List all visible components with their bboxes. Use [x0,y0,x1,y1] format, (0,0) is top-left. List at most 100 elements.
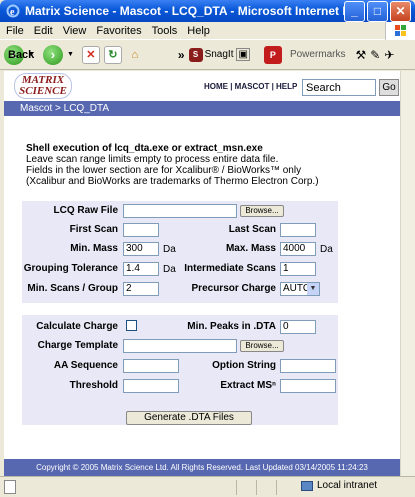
min-scans-group-input[interactable]: 2 [123,282,159,296]
page-content: MATRIX SCIENCE HOME | MASCOT | HELP Go M… [4,71,400,476]
powermarks-tool-icon-2[interactable]: ✎ [370,48,380,62]
powermarks-label[interactable]: Powermarks [290,49,346,60]
extract-msn-input[interactable] [280,379,336,393]
status-cell-2 [256,480,274,495]
intermediate-scans-input[interactable]: 1 [280,262,316,276]
last-scan-input[interactable] [280,223,316,237]
menu-favorites[interactable]: Favorites [96,25,141,37]
svg-text:e: e [10,7,15,18]
powermarks-tool-icon-3[interactable]: ✈ [384,48,394,62]
site-header: MATRIX SCIENCE HOME | MASCOT | HELP Go [4,71,400,101]
ie-icon: e [5,3,21,19]
threshold-label: Threshold [69,380,118,391]
security-zone-label: Local intranet [317,480,378,491]
grouping-tolerance-input[interactable]: 1.4 [123,262,159,276]
menu-tools[interactable]: Tools [152,25,178,37]
min-mass-label: Min. Mass [70,243,118,254]
menu-bar: File Edit View Favorites Tools Help [0,21,415,40]
powermarks-tool-icon-1[interactable]: ⚒ [356,48,367,62]
calculate-charge-label: Calculate Charge [36,321,118,332]
maximize-button[interactable]: □ [367,0,388,22]
raw-file-input[interactable] [123,204,237,218]
aa-sequence-label: AA Sequence [53,360,118,371]
minimize-button[interactable]: _ [344,0,365,22]
aa-sequence-input[interactable] [123,359,179,373]
status-cell-3 [276,480,298,495]
menu-edit[interactable]: Edit [34,25,53,37]
max-mass-input[interactable]: 4000 [280,242,316,256]
powermarks-toggle[interactable]: P [263,45,282,64]
security-zone[interactable]: Local intranet [301,480,377,491]
max-mass-label: Max. Mass [225,243,276,254]
vertical-scrollbar[interactable] [400,71,415,476]
chevron-down-icon[interactable]: ▼ [307,283,319,295]
min-peaks-label: Min. Peaks in .DTA [187,321,276,332]
search-go-button[interactable]: Go [379,79,399,96]
refresh-icon: ↻ [103,45,122,64]
copyright-footer: Copyright © 2005 Matrix Science Ltd. All… [4,459,400,476]
stop-icon: ✕ [81,45,100,64]
charge-template-browse-button[interactable]: Browse... [240,340,284,352]
title-bar[interactable]: e Matrix Science - Mascot - LCQ_DTA - Mi… [0,0,415,22]
home-icon: ⌂ [131,48,139,61]
menu-view[interactable]: View [63,25,87,37]
extract-msn-label: Extract MSⁿ [220,380,276,391]
xcalibur-settings-panel: Calculate Charge Min. Peaks in .DTA 0 Ch… [22,315,338,425]
precursor-charge-label: Precursor Charge [191,283,276,294]
raw-file-browse-button[interactable]: Browse... [240,205,284,217]
forward-arrow-icon: › [42,44,63,65]
option-string-label: Option String [212,360,276,371]
page-title: Shell execution of lcq_dta.exe or extrac… [26,143,263,154]
refresh-button[interactable]: ↻ [103,45,122,64]
precursor-charge-select[interactable]: AUTO ▼ [280,282,320,296]
last-scan-label: Last Scan [228,224,276,235]
status-bar: Local intranet [0,476,415,497]
powermarks-logo-icon: P [263,45,282,64]
raw-file-label: LCQ Raw File [53,205,118,216]
charge-template-input[interactable] [123,339,237,353]
option-string-input[interactable] [280,359,336,373]
home-button[interactable]: ⌂ [126,46,144,64]
min-peaks-input[interactable]: 0 [280,320,316,334]
snagit-capture-icon[interactable]: ▣ [236,48,250,61]
snagit-button[interactable]: S SnagIt ▣ [188,47,250,62]
first-scan-label: First Scan [69,224,118,235]
scan-settings-panel: LCQ Raw File Browse... First Scan Last S… [22,201,338,303]
intro-line-2: Fields in the lower section are for Xcal… [26,165,302,176]
breadcrumb: Mascot > LCQ_DTA [4,101,400,116]
menu-help[interactable]: Help [187,25,210,37]
grouping-tolerance-label: Grouping Tolerance [23,263,118,274]
local-intranet-icon [301,480,313,491]
toolbar-chevron[interactable]: » [178,48,185,62]
forward-button[interactable]: › ▼ [42,44,74,65]
first-scan-input[interactable] [123,223,159,237]
min-mass-input[interactable]: 300 [123,242,159,256]
status-page-icon [4,480,16,494]
max-mass-unit: Da [320,244,333,255]
intro-line-1: Leave scan range limits empty to process… [26,154,279,165]
snagit-label: SnagIt [204,49,234,60]
logo-line-2: SCIENCE [19,85,67,97]
close-button[interactable]: ✕ [390,0,411,22]
intermediate-scans-label: Intermediate Scans [184,263,276,274]
intro-line-3: (Xcalibur and BioWorks are trademarks of… [26,176,319,187]
back-label: Back [8,48,35,61]
charge-template-label: Charge Template [37,340,118,351]
calculate-charge-checkbox[interactable] [126,320,137,331]
search-input[interactable] [302,79,376,96]
min-scans-group-label: Min. Scans / Group [27,283,118,294]
status-cell-1 [236,480,254,495]
menu-file[interactable]: File [6,25,24,37]
windows-logo-icon [385,21,415,40]
snagit-icon: S [188,47,203,62]
header-nav-links[interactable]: HOME | MASCOT | HELP [204,82,297,91]
generate-dta-button[interactable]: Generate .DTA Files [126,411,252,425]
threshold-input[interactable] [123,379,179,393]
forward-dropdown-icon[interactable]: ▼ [67,51,74,58]
back-button[interactable]: ‹ Back ▼ [4,44,35,65]
intro-text: Shell execution of lcq_dta.exe or extrac… [26,143,319,187]
stop-button[interactable]: ✕ [81,45,100,64]
matrix-science-logo[interactable]: MATRIX SCIENCE [14,73,72,99]
toolbar: ‹ Back ▼ › ▼ ✕ ↻ ⌂ » S SnagIt ▣ P Powerm… [0,40,415,70]
window-title: Matrix Science - Mascot - LCQ_DTA - Micr… [25,4,344,18]
